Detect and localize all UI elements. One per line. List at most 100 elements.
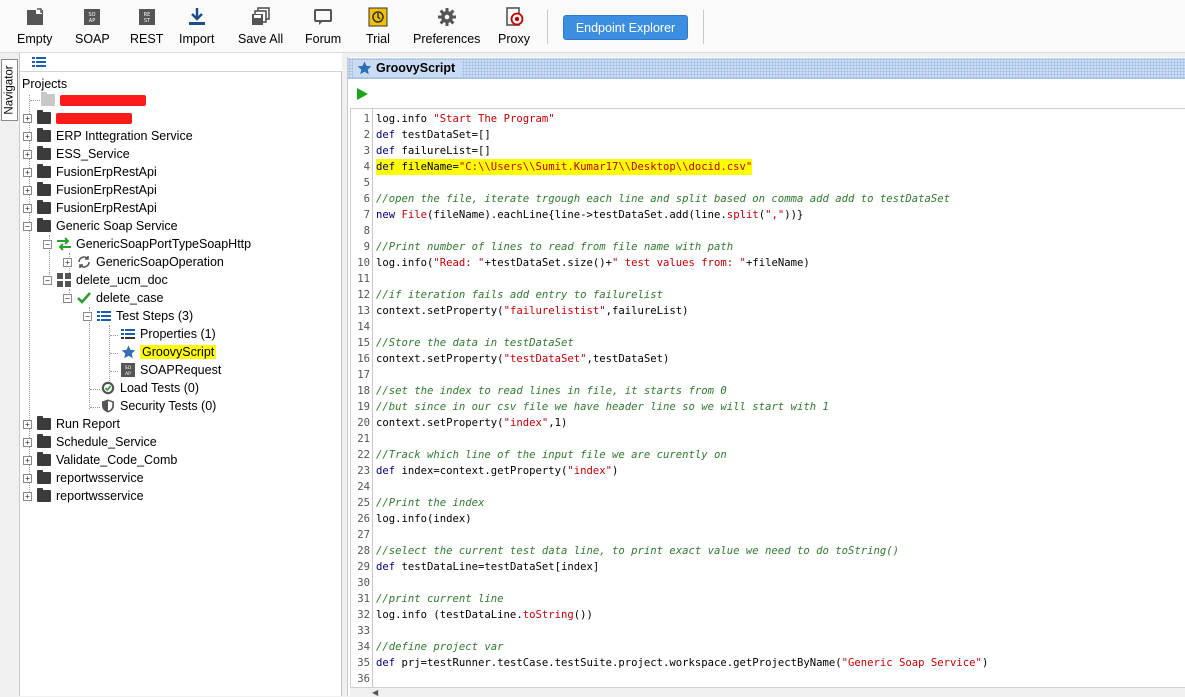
tree-properties-item[interactable]: Properties (1) [120, 325, 216, 343]
code-line: 34 //define project var [351, 639, 1185, 655]
expand-icon[interactable]: + [23, 113, 32, 123]
tree-loadtests-item[interactable]: Load Tests (0) [100, 379, 199, 397]
horizontal-scrollbar[interactable]: ◀ [350, 687, 1185, 697]
code-line: 18 //set the index to read lines in file,… [351, 383, 1185, 399]
code-editor[interactable]: 1 log.info "Start The Program" 2 def testDa… [350, 108, 1185, 688]
tree-connector [110, 353, 118, 354]
endpoint-explorer-button[interactable]: Endpoint Explorer [563, 15, 688, 40]
toolbar-separator [703, 10, 704, 44]
tree-interface-item[interactable]: − GenericSoapPortTypeSoapHttp [43, 235, 251, 253]
collapse-icon[interactable]: − [63, 293, 72, 303]
collapse-icon[interactable]: − [23, 221, 32, 231]
expand-icon[interactable]: + [23, 149, 32, 159]
expand-icon[interactable]: + [23, 491, 32, 501]
tree-project-item[interactable]: + ERP Inttegration Service [23, 127, 193, 145]
tree-project-item[interactable]: + Schedule_Service [23, 433, 157, 451]
tree-project-item[interactable]: + ESS_Service [23, 145, 130, 163]
tree-project-item[interactable]: + reportwsservice [23, 469, 144, 487]
proxy-button[interactable]: Proxy [498, 6, 530, 50]
folder-icon [36, 488, 52, 503]
code-text: //Print number of lines to read from fil… [376, 241, 734, 253]
code-line: 9 //Print number of lines to read from fi… [351, 239, 1185, 255]
code-text: context.setProperty("index",1) [376, 417, 568, 429]
line-number: 36 [357, 673, 370, 685]
code-line: 32 log.info (testDataLine.toString()) [351, 607, 1185, 623]
expand-icon[interactable]: + [23, 167, 32, 177]
tree-project-item[interactable]: + [23, 109, 132, 127]
folder-icon [36, 452, 52, 467]
tree-project-item[interactable]: + Validate_Code_Comb [23, 451, 177, 469]
code-line: 30 [351, 575, 1185, 591]
line-number: 10 [357, 257, 370, 269]
code-text: //set the index to read lines in file, i… [376, 385, 727, 397]
tree-project-item[interactable]: + FusionErpRestApi [23, 199, 157, 217]
forum-button[interactable]: Forum [305, 6, 341, 50]
folder-icon [36, 470, 52, 485]
tree-teststeps-item[interactable]: − Test Steps (3) [83, 307, 193, 325]
redacted-label [56, 112, 132, 124]
expand-icon[interactable]: + [23, 185, 32, 195]
import-icon [186, 6, 208, 28]
rest-icon: RE ST [136, 6, 158, 28]
code-line: 36 [351, 671, 1185, 687]
tree-project-item[interactable]: + FusionErpRestApi [23, 163, 157, 181]
collapse-icon[interactable]: − [43, 275, 52, 285]
expand-icon[interactable]: + [23, 131, 32, 141]
run-button[interactable] [355, 87, 369, 101]
tree-connector [30, 100, 40, 101]
line-number: 11 [357, 273, 370, 285]
import-button[interactable]: Import [179, 6, 214, 50]
tree-project-item[interactable]: + reportwsservice [23, 487, 144, 505]
tree-project-item[interactable]: + Run Report [23, 415, 120, 433]
tree-testcase-item[interactable]: − delete_case [63, 289, 163, 307]
code-text: //Print the index [376, 497, 485, 509]
code-line: 5 [351, 175, 1185, 191]
refresh-icon [76, 255, 92, 269]
tree-testsuite-item[interactable]: − delete_ucm_doc [43, 271, 168, 289]
toolbar-separator [547, 10, 548, 44]
list-view-icon[interactable] [32, 56, 46, 71]
line-number: 26 [357, 513, 370, 525]
expand-icon[interactable]: + [23, 419, 32, 429]
code-line: 2 def testDataSet=[] [351, 127, 1185, 143]
tree-operation-item[interactable]: + GenericSoapOperation [63, 253, 224, 271]
expand-icon[interactable]: + [23, 455, 32, 465]
tree-securitytests-item[interactable]: Security Tests (0) [100, 397, 216, 415]
tree-project-item[interactable]: + FusionErpRestApi [23, 181, 157, 199]
save-all-button[interactable]: Save All [238, 6, 283, 50]
navigator-strip: Navigator [0, 53, 20, 696]
code-text: context.setProperty("failurelistist",fai… [376, 305, 689, 317]
collapse-icon[interactable]: − [43, 239, 52, 249]
line-number: 4 [363, 161, 370, 173]
expand-icon[interactable]: + [63, 257, 72, 267]
list-icon [96, 309, 112, 323]
preferences-button[interactable]: Preferences [413, 6, 480, 50]
collapse-icon[interactable]: − [83, 311, 92, 321]
line-number: 28 [357, 545, 370, 557]
code-text: def testDataSet=[] [376, 129, 491, 141]
navigator-tab[interactable]: Navigator [1, 59, 18, 121]
folder-icon [36, 218, 52, 233]
expand-icon[interactable]: + [23, 473, 32, 483]
line-number: 8 [363, 225, 370, 237]
folder-icon [36, 164, 52, 179]
main-toolbar: Empty SO AP SOAP RE ST REST Import Save Al… [0, 0, 1185, 53]
code-text: new File(fileName).eachLine{line->testDa… [376, 209, 804, 221]
tree-project-item[interactable] [40, 91, 146, 109]
code-line: 28 //select the current test data line, t… [351, 543, 1185, 559]
code-text: //Track which line of the input file we … [376, 449, 727, 461]
expand-icon[interactable]: + [23, 437, 32, 447]
tree-soaprequest-item[interactable]: SO AP SOAPRequest [120, 361, 221, 379]
soap-button[interactable]: SO AP SOAP [75, 6, 110, 50]
tree-groovyscript-item[interactable]: GroovyScript [120, 343, 217, 361]
tree-project-item[interactable]: − Generic Soap Service [23, 217, 178, 235]
code-line: 23 def index=context.getProperty("index") [351, 463, 1185, 479]
expand-icon[interactable]: + [23, 203, 32, 213]
code-text: def testDataLine=testDataSet[index] [376, 561, 600, 573]
rest-button[interactable]: RE ST REST [130, 6, 163, 50]
trial-button[interactable]: Trial [366, 6, 390, 50]
empty-project-button[interactable]: Empty [17, 6, 52, 50]
line-number: 30 [357, 577, 370, 589]
code-line: 19 //but since in our csv file we have he… [351, 399, 1185, 415]
tree-connector [110, 371, 118, 372]
